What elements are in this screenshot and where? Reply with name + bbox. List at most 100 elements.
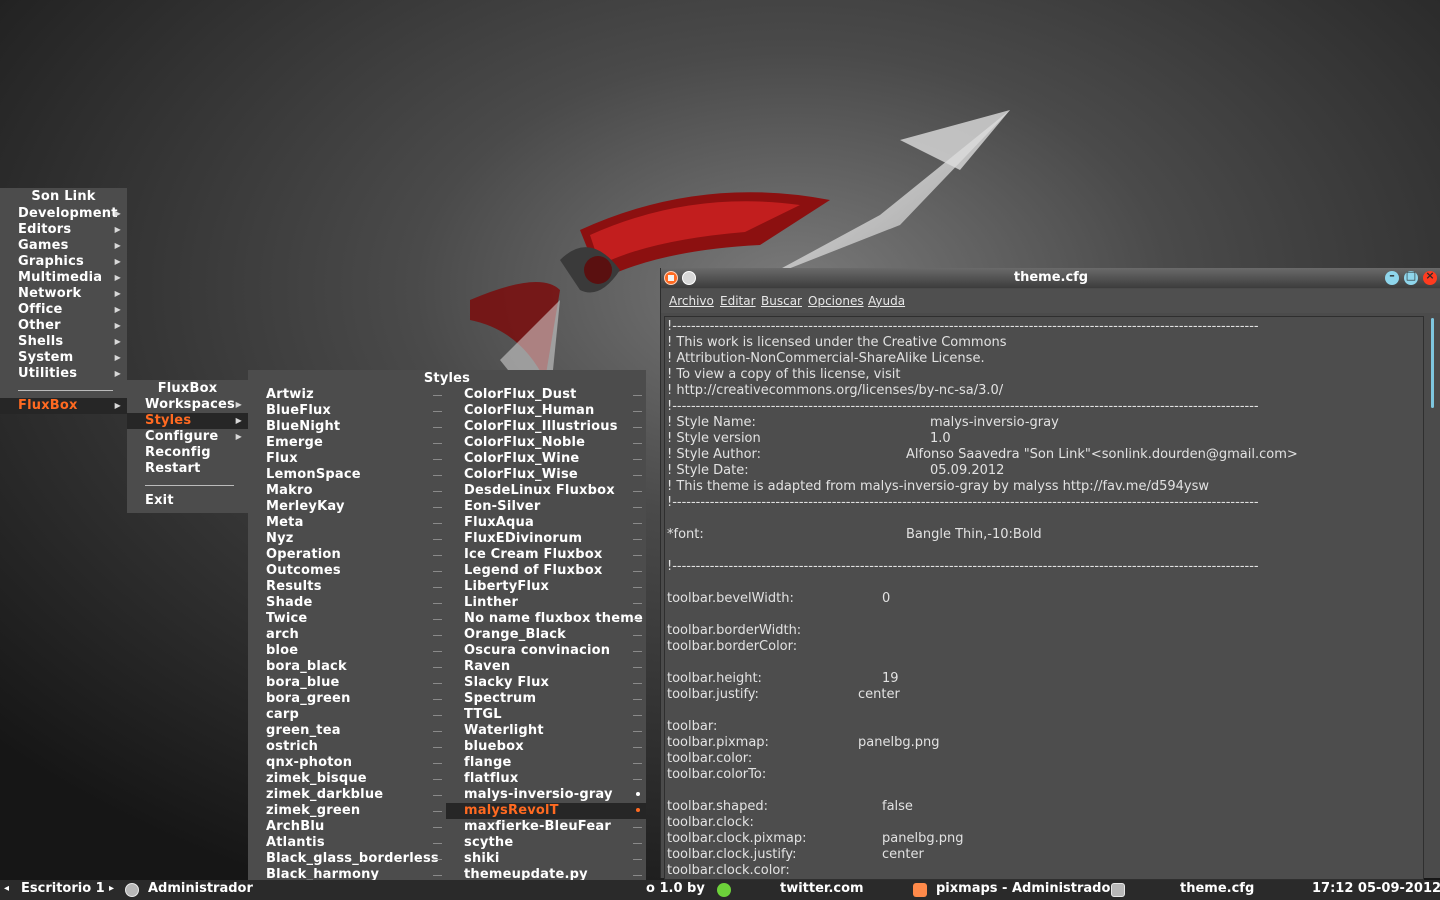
style-item[interactable]: TTGL <box>446 707 646 723</box>
style-item[interactable]: shiki <box>446 851 646 867</box>
menu-opciones[interactable]: Opciones <box>808 294 864 308</box>
menu-item-restart[interactable]: Restart <box>127 461 248 477</box>
style-item[interactable]: Results <box>248 579 446 595</box>
close-button[interactable]: × <box>1423 269 1437 285</box>
menu-item-network[interactable]: Network ▶ <box>0 286 127 302</box>
style-item[interactable]: zimek_darkblue <box>248 787 446 803</box>
style-item[interactable]: malysRevolT <box>446 803 646 819</box>
menu-item-graphics[interactable]: Graphics ▶ <box>0 254 127 270</box>
task-partial[interactable]: o 1.0 by <box>646 881 705 896</box>
style-item[interactable]: maxfierke-BleuFear <box>446 819 646 835</box>
style-item[interactable]: Black_glass_borderless <box>248 851 446 867</box>
style-item[interactable]: bloe <box>248 643 446 659</box>
style-item[interactable]: green_tea <box>248 723 446 739</box>
style-item[interactable]: bora_green <box>248 691 446 707</box>
style-item[interactable]: Outcomes <box>248 563 446 579</box>
style-item[interactable]: carp <box>248 707 446 723</box>
style-item[interactable]: bora_blue <box>248 675 446 691</box>
style-item[interactable]: Orange_Black <box>446 627 646 643</box>
style-item-label: MerleyKay <box>266 499 345 514</box>
style-item[interactable]: Atlantis <box>248 835 446 851</box>
prev-workspace-button[interactable]: ◂ <box>4 883 9 894</box>
menu-ayuda[interactable]: Ayuda <box>868 294 905 308</box>
next-workspace-button[interactable]: ▸ <box>109 883 114 894</box>
style-item[interactable]: Oscura convinacion <box>446 643 646 659</box>
style-item[interactable]: arch <box>248 627 446 643</box>
style-item[interactable]: Operation <box>248 547 446 563</box>
style-item[interactable]: Linther <box>446 595 646 611</box>
menu-item-workspaces[interactable]: Workspaces ▶ <box>127 397 248 413</box>
style-item[interactable]: Nyz <box>248 531 446 547</box>
style-item[interactable]: ostrich <box>248 739 446 755</box>
style-item[interactable]: No name fluxbox theme <box>446 611 646 627</box>
style-item[interactable]: flange <box>446 755 646 771</box>
style-item[interactable]: zimek_green <box>248 803 446 819</box>
menu-item-exit[interactable]: Exit <box>127 493 248 509</box>
style-item[interactable]: Ice Cream Fluxbox <box>446 547 646 563</box>
menu-item-multimedia[interactable]: Multimedia ▶ <box>0 270 127 286</box>
task-twitter[interactable]: twitter.com <box>780 881 864 896</box>
style-item[interactable]: Eon-Silver <box>446 499 646 515</box>
style-item[interactable]: FluxEDivinorum <box>446 531 646 547</box>
minimize-button[interactable]: – <box>1385 269 1399 285</box>
style-item[interactable]: Raven <box>446 659 646 675</box>
style-item[interactable]: ArchBlu <box>248 819 446 835</box>
menu-item-office[interactable]: Office ▶ <box>0 302 127 318</box>
menu-item-utilities[interactable]: Utilities ▶ <box>0 366 127 382</box>
style-item[interactable]: Twice <box>248 611 446 627</box>
menu-item-development[interactable]: Development ▶ <box>0 206 127 222</box>
maximize-button[interactable]: □ <box>1404 269 1418 285</box>
style-item[interactable]: ColorFlux_Illustrious <box>446 419 646 435</box>
menu-buscar[interactable]: Buscar <box>761 294 802 308</box>
style-item[interactable]: Emerge <box>248 435 446 451</box>
vertical-scrollbar[interactable] <box>1425 316 1440 878</box>
task-administrador[interactable]: Administrador <box>148 881 253 896</box>
style-item[interactable]: ColorFlux_Wine <box>446 451 646 467</box>
style-item[interactable]: FluxAqua <box>446 515 646 531</box>
workspace-name[interactable]: Escritorio 1 <box>21 881 105 896</box>
style-item[interactable]: zimek_bisque <box>248 771 446 787</box>
style-item[interactable]: malys-inversio-gray <box>446 787 646 803</box>
menu-archivo[interactable]: Archivo <box>669 294 714 308</box>
scrollbar-thumb[interactable] <box>1431 318 1434 408</box>
menu-item-reconfig[interactable]: Reconfig <box>127 445 248 461</box>
style-item[interactable]: bluebox <box>446 739 646 755</box>
style-item[interactable]: LibertyFlux <box>446 579 646 595</box>
style-item[interactable]: flatflux <box>446 771 646 787</box>
style-item-label: maxfierke-BleuFear <box>464 819 611 834</box>
style-item[interactable]: DesdeLinux Fluxbox <box>446 483 646 499</box>
style-item[interactable]: Slacky Flux <box>446 675 646 691</box>
style-item[interactable]: LemonSpace <box>248 467 446 483</box>
style-item[interactable]: Spectrum <box>446 691 646 707</box>
editor-text-area[interactable]: !---------------------------------------… <box>664 316 1424 880</box>
menu-editar[interactable]: Editar <box>720 294 756 308</box>
style-item[interactable]: bora_black <box>248 659 446 675</box>
menu-item-games[interactable]: Games ▶ <box>0 238 127 254</box>
task-theme-cfg[interactable]: theme.cfg <box>1180 881 1254 896</box>
menu-item-editors[interactable]: Editors ▶ <box>0 222 127 238</box>
menu-item-other[interactable]: Other ▶ <box>0 318 127 334</box>
style-item[interactable]: Shade <box>248 595 446 611</box>
style-item[interactable]: ColorFlux_Wise <box>446 467 646 483</box>
style-item[interactable]: ColorFlux_Human <box>446 403 646 419</box>
menu-item-configure[interactable]: Configure ▶ <box>127 429 248 445</box>
style-item[interactable]: Flux <box>248 451 446 467</box>
menu-item-shells[interactable]: Shells ▶ <box>0 334 127 350</box>
style-item[interactable]: MerleyKay <box>248 499 446 515</box>
style-item[interactable]: Waterlight <box>446 723 646 739</box>
style-item[interactable]: Legend of Fluxbox <box>446 563 646 579</box>
style-item[interactable]: BlueNight <box>248 419 446 435</box>
menu-item-styles[interactable]: Styles ▶ <box>127 413 248 429</box>
style-item[interactable]: ColorFlux_Dust <box>446 387 646 403</box>
style-item[interactable]: BlueFlux <box>248 403 446 419</box>
style-item[interactable]: Meta <box>248 515 446 531</box>
menu-item-fluxbox[interactable]: FluxBox ▶ <box>0 398 127 414</box>
style-item[interactable]: qnx-photon <box>248 755 446 771</box>
window-titlebar[interactable]: theme.cfg – □ × <box>661 268 1440 288</box>
style-item[interactable]: ColorFlux_Noble <box>446 435 646 451</box>
style-item[interactable]: Artwiz <box>248 387 446 403</box>
task-pixmaps[interactable]: pixmaps - Administrado <box>936 881 1110 896</box>
style-item[interactable]: Makro <box>248 483 446 499</box>
menu-item-system[interactable]: System ▶ <box>0 350 127 366</box>
style-item[interactable]: scythe <box>446 835 646 851</box>
